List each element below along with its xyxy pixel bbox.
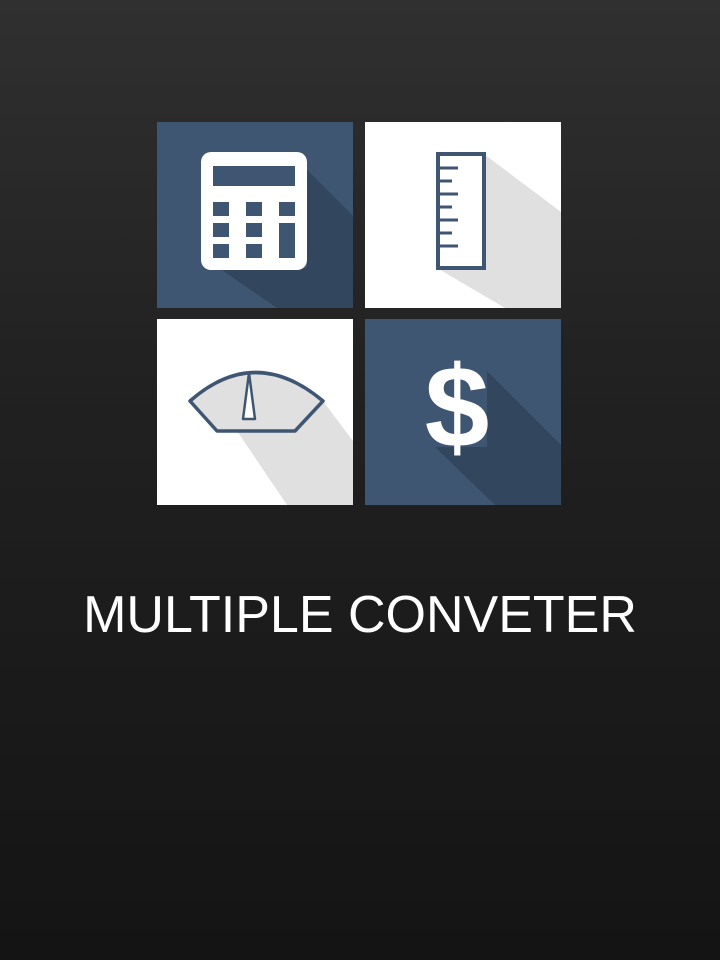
ruler-tile — [365, 122, 561, 308]
splash-screen: $ MULTIPLE CONVETER — [0, 0, 720, 960]
ruler-icon — [365, 122, 561, 308]
scale-gauge-icon — [157, 319, 353, 505]
calculator-tile — [157, 122, 353, 308]
calculator-icon — [157, 122, 353, 308]
dollar-icon: $ — [365, 319, 561, 505]
app-title: MULTIPLE CONVETER — [83, 586, 637, 644]
currency-tile: $ — [365, 319, 561, 505]
dollar-glyph: $ — [425, 342, 490, 472]
scale-tile — [157, 319, 353, 505]
app-logo: $ — [157, 122, 561, 505]
